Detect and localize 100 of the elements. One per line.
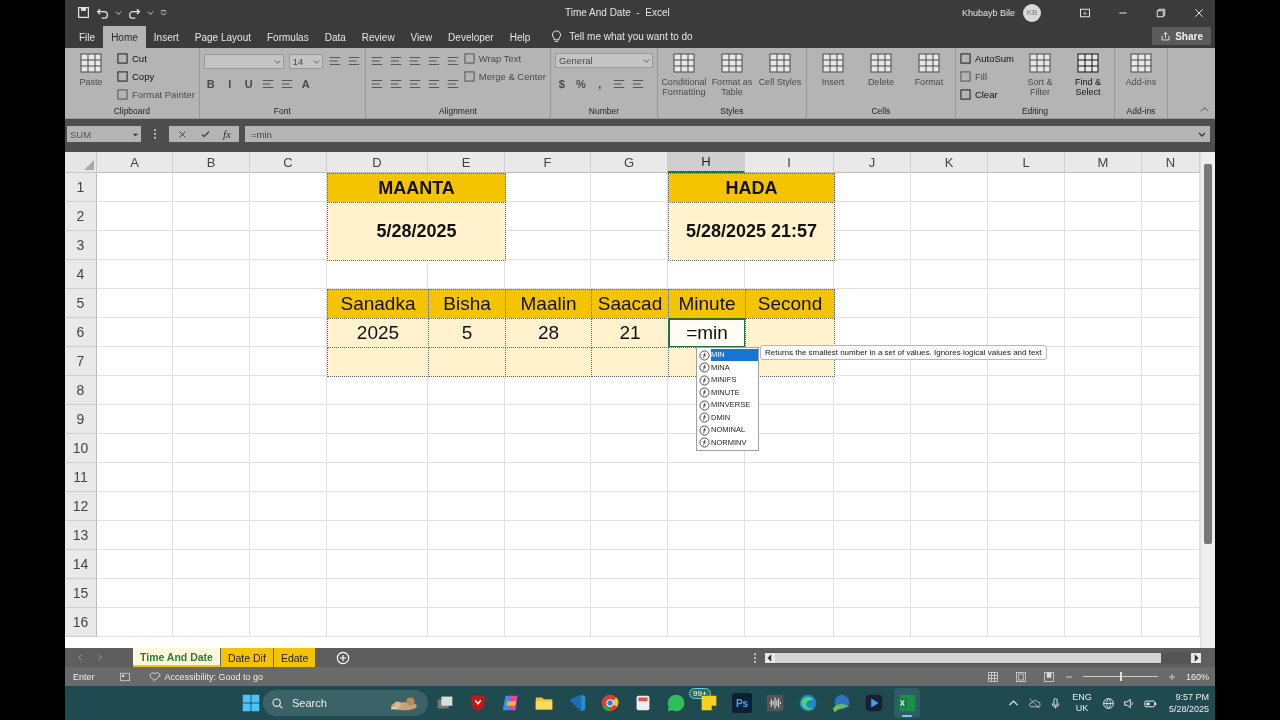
- clock-date[interactable]: 5/28/2025: [1168, 703, 1209, 715]
- page-layout-icon[interactable]: [1014, 670, 1027, 683]
- language-indicator[interactable]: ENG UK: [1069, 692, 1094, 714]
- ribbon-tab[interactable]: File: [71, 26, 104, 48]
- insert-function-button[interactable]: fx: [223, 128, 231, 140]
- cloud-icon[interactable]: [1027, 696, 1041, 710]
- next-sheet-icon[interactable]: [96, 654, 103, 661]
- share-button[interactable]: Share: [1152, 27, 1211, 45]
- scroll-left-icon[interactable]: [765, 652, 775, 663]
- restore-icon[interactable]: [1155, 6, 1167, 19]
- table-cell: 28: [505, 318, 592, 348]
- column-header[interactable]: K: [911, 152, 988, 173]
- check-icon[interactable]: [200, 128, 211, 140]
- scroll-right-icon[interactable]: [1191, 652, 1201, 663]
- save-icon[interactable]: [77, 6, 90, 19]
- zoom-slider[interactable]: [1120, 672, 1123, 681]
- row-header[interactable]: 11: [65, 463, 97, 492]
- ribbon-button[interactable]: Cut: [117, 51, 195, 66]
- tooltip: Returns the smallest number in a set of values. Ignores logical values and text: [760, 345, 1047, 360]
- collapse-icon[interactable]: [1200, 105, 1209, 114]
- add-sheet-icon[interactable]: [336, 650, 351, 665]
- sheet-tab[interactable]: Time And Date: [133, 648, 221, 667]
- row-header[interactable]: 3: [65, 231, 97, 260]
- more-icon[interactable]: [753, 651, 757, 664]
- row-header[interactable]: 12: [65, 492, 97, 521]
- column-header[interactable]: J: [834, 152, 911, 173]
- ribbon-button[interactable]: Find & Select: [1065, 51, 1110, 97]
- row-header[interactable]: 10: [65, 434, 97, 463]
- ribbon-tab[interactable]: Page Layout: [186, 26, 259, 48]
- row-header[interactable]: 13: [65, 521, 97, 550]
- row-header[interactable]: 9: [65, 405, 97, 434]
- caret-icon[interactable]: [115, 9, 122, 16]
- column-header[interactable]: G: [591, 152, 668, 173]
- formula-field[interactable]: =min: [244, 126, 1210, 142]
- sheet-tab[interactable]: Edate: [273, 648, 317, 667]
- zoom-level[interactable]: 160%: [1185, 671, 1209, 682]
- ribbon-tab[interactable]: Data: [316, 26, 354, 48]
- undo-icon[interactable]: [96, 6, 109, 19]
- ribbon-button[interactable]: AutoSum: [959, 51, 1014, 66]
- close-icon[interactable]: [1193, 6, 1205, 19]
- row-header[interactable]: 14: [65, 550, 97, 579]
- table-cell: 5: [428, 318, 506, 348]
- ribbon-button[interactable]: Clear: [959, 87, 1014, 102]
- ribbon-tab[interactable]: Formulas: [259, 26, 317, 48]
- customize-icon[interactable]: [160, 9, 167, 16]
- name-box[interactable]: SUM: [67, 126, 141, 142]
- user-name: Khubayb Bile: [961, 7, 1015, 18]
- column-header[interactable]: L: [988, 152, 1065, 173]
- column-header[interactable]: B: [173, 152, 250, 173]
- ribbon-display-icon[interactable]: [1079, 6, 1091, 19]
- row-header[interactable]: 8: [65, 376, 97, 405]
- column-header[interactable]: H: [668, 152, 745, 173]
- square-icon: [959, 53, 971, 64]
- row-header[interactable]: 1: [65, 173, 97, 202]
- vertical-scrollbar[interactable]: [1200, 152, 1215, 648]
- spreadsheet-icon[interactable]: [894, 688, 920, 718]
- ribbon-tab[interactable]: Review: [353, 26, 403, 48]
- column-header[interactable]: A: [97, 152, 173, 173]
- accessibility-icon[interactable]: [148, 670, 161, 683]
- row-header[interactable]: 4: [65, 260, 97, 289]
- previous-sheet-icon[interactable]: [77, 654, 84, 661]
- zoom-in-icon[interactable]: [1167, 672, 1176, 681]
- page-break-icon[interactable]: [1042, 670, 1055, 683]
- column-header[interactable]: D: [327, 152, 428, 173]
- column-header[interactable]: E: [428, 152, 505, 173]
- table-cell: 5/28/2025: [327, 202, 506, 261]
- search-field[interactable]: Search: [263, 690, 428, 716]
- sheet-tab[interactable]: Date Dif: [220, 648, 274, 667]
- clock-time[interactable]: 9:57 PM: [1175, 691, 1209, 703]
- column-header[interactable]: I: [745, 152, 834, 173]
- normal-view-icon[interactable]: [986, 670, 999, 683]
- square-icon: [117, 71, 128, 82]
- caret-icon[interactable]: [147, 9, 154, 16]
- column-header[interactable]: N: [1142, 152, 1200, 173]
- accessibility-status[interactable]: Accessibility: Good to go: [164, 671, 264, 682]
- ribbon-tab[interactable]: Insert: [145, 26, 187, 48]
- ribbon-tab[interactable]: Developer: [440, 26, 502, 48]
- row-header[interactable]: 5: [65, 289, 97, 318]
- horizontal-scrollbar[interactable]: [765, 651, 1201, 664]
- more-icon[interactable]: [153, 128, 157, 140]
- square-icon: [959, 89, 971, 100]
- column-header[interactable]: C: [250, 152, 327, 173]
- row-header[interactable]: 15: [65, 579, 97, 608]
- tell-me-field[interactable]: Tell me what you want to do: [569, 31, 693, 42]
- redo-icon[interactable]: [128, 6, 141, 19]
- start-button[interactable]: [240, 692, 262, 714]
- globe-icon[interactable]: [1101, 696, 1115, 710]
- column-header[interactable]: F: [505, 152, 591, 173]
- ribbon-tab[interactable]: View: [402, 26, 441, 48]
- row-header[interactable]: 16: [65, 608, 97, 637]
- column-header[interactable]: M: [1065, 152, 1142, 173]
- macro-icon[interactable]: [118, 670, 131, 683]
- ribbon-button[interactable]: Copy: [117, 69, 195, 84]
- row-header[interactable]: 6: [65, 318, 97, 347]
- row-header[interactable]: 7: [65, 347, 97, 376]
- speaker-icon[interactable]: [1122, 696, 1136, 710]
- ribbon-tab[interactable]: Home: [103, 26, 146, 48]
- ribbon-tab[interactable]: Help: [501, 26, 539, 48]
- row-header[interactable]: 2: [65, 202, 97, 231]
- expand-icon[interactable]: [1198, 130, 1206, 138]
